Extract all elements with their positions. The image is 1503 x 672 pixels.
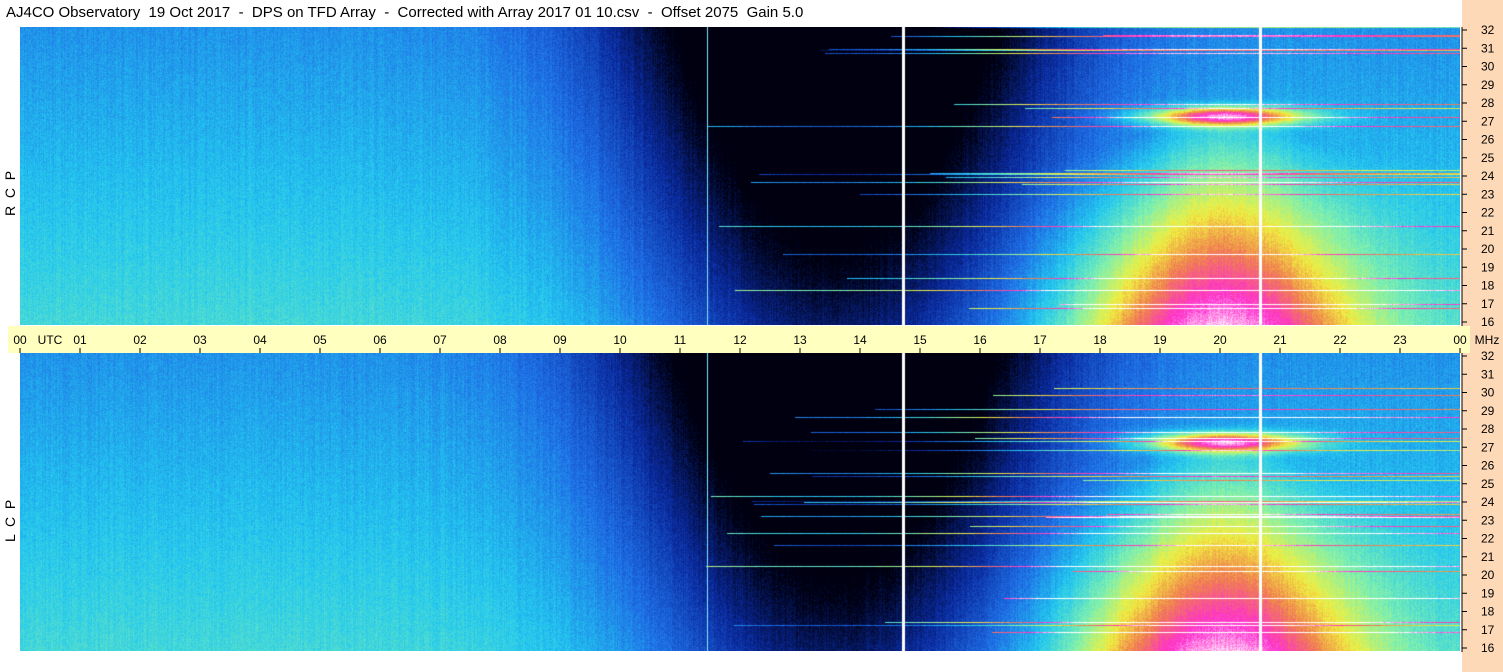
- time-axis-band: [8, 326, 1470, 353]
- rcp-label: R C P: [2, 170, 18, 216]
- chart-title: AJ4CO Observatory 19 Oct 2017 - DPS on T…: [6, 4, 804, 21]
- rcp-spectrogram-canvas: [20, 27, 1460, 325]
- lcp-spectrogram: [20, 353, 1460, 651]
- rcp-spectrogram: [20, 27, 1460, 325]
- lcp-label: L C P: [2, 499, 18, 542]
- lcp-spectrogram-canvas: [20, 353, 1460, 651]
